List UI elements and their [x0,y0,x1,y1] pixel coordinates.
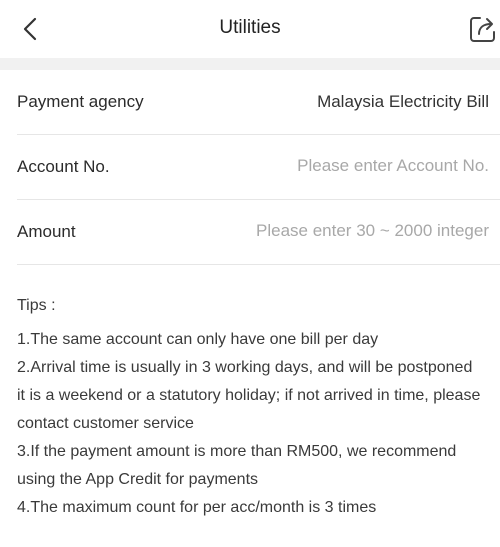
payment-form: Payment agency Malaysia Electricity Bill… [0,70,500,265]
section-separator [0,58,500,70]
account-no-label: Account No. [17,157,110,176]
payment-agency-row[interactable]: Payment agency Malaysia Electricity Bill [17,70,500,135]
account-no-input[interactable] [199,151,489,181]
top-bar: Utilities [0,0,500,58]
payment-agency-value[interactable]: Malaysia Electricity Bill [317,92,489,112]
payment-agency-label: Payment agency [17,92,144,111]
amount-input[interactable] [199,216,489,246]
chevron-left-icon [23,17,37,41]
tips-section: Tips : 1.The same account can only have … [17,292,500,522]
tip-line: 3.If the payment amount is more than RM5… [17,443,457,460]
tip-line: contact customer service [17,415,194,432]
tips-title: Tips : [17,297,56,314]
account-no-row: Account No. [17,135,500,200]
tip-line: using the App Credit for payments [17,471,259,488]
amount-label: Amount [17,222,76,241]
tip-line: 4.The maximum count for per acc/month is… [17,499,377,516]
tip-line: 2.Arrival time is usually in 3 working d… [17,359,473,376]
amount-row: Amount [17,200,500,265]
share-icon [470,17,495,42]
tip-line: it is a weekend or a statutory holiday; … [17,387,481,404]
back-button[interactable] [14,12,48,46]
tip-line: 1.The same account can only have one bil… [17,331,379,348]
page-title: Utilities [219,17,281,38]
share-button[interactable] [466,12,500,46]
